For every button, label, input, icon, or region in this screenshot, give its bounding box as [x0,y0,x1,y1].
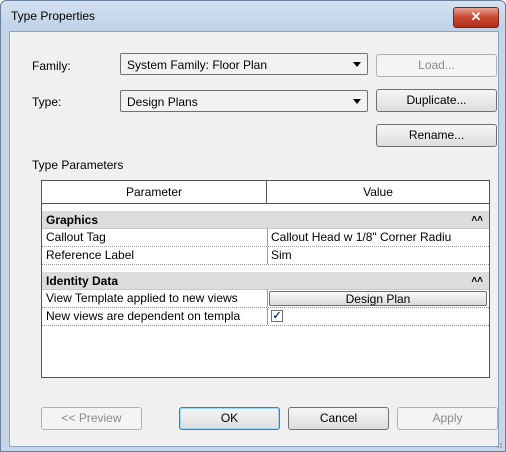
collapse-icon[interactable]: ˄˄ [471,211,483,229]
section-title: Identity Data [46,274,119,288]
resize-grip-icon[interactable] [493,439,503,449]
table-row[interactable]: New views are dependent on templa ✓ [42,308,489,326]
column-header-value[interactable]: Value [267,181,489,204]
rename-button[interactable]: Rename... [376,124,497,147]
dialog-title: Type Properties [11,9,96,23]
cell-divider [267,308,268,325]
cell-divider [267,247,268,264]
type-dropdown[interactable]: Design Plans [120,90,368,112]
parameter-value[interactable]: Sim [271,247,487,264]
type-label: Type: [32,95,62,109]
section-title: Graphics [46,213,99,227]
dependent-views-checkbox[interactable]: ✓ [271,310,283,322]
ok-button[interactable]: OK [179,407,280,430]
chevron-down-icon [353,99,361,104]
cancel-button[interactable]: Cancel [288,407,389,430]
cell-divider [267,290,268,307]
section-graphics[interactable]: Graphics ˄˄ [42,211,489,229]
collapse-icon[interactable]: ˄˄ [471,272,483,290]
section-identity-data[interactable]: Identity Data ˄˄ [42,272,489,290]
preview-button[interactable]: << Preview [41,407,142,430]
column-header-parameter[interactable]: Parameter [42,181,267,204]
parameter-name: Callout Tag [46,230,106,244]
apply-button[interactable]: Apply [397,407,498,430]
load-button[interactable]: Load... [376,54,497,77]
type-parameters-grid: Parameter Value Graphics ˄˄ Callout Tag … [41,180,490,378]
table-row[interactable]: Callout Tag Callout Head w 1/8" Corner R… [42,229,489,247]
cell-divider [267,229,268,246]
family-label: Family: [32,59,71,73]
type-parameters-heading: Type Parameters [32,158,124,172]
family-dropdown[interactable]: System Family: Floor Plan [120,53,368,75]
parameter-name: Reference Label [46,248,135,262]
table-row[interactable]: Reference Label Sim [42,247,489,265]
close-button[interactable]: ✕ [453,7,499,28]
table-row[interactable]: View Template applied to new views Desig… [42,290,489,308]
type-dropdown-value: Design Plans [127,95,198,109]
parameter-name: New views are dependent on templa [46,309,241,323]
title-bar: Type Properties ✕ [1,1,505,31]
parameter-value[interactable]: Callout Head w 1/8" Corner Radiu [271,229,487,246]
view-template-button[interactable]: Design Plan [269,291,487,306]
parameter-name: View Template applied to new views [46,291,238,305]
close-icon: ✕ [470,9,482,24]
chevron-down-icon [353,62,361,67]
type-properties-dialog: Type Properties ✕ Family: System Family:… [0,0,506,452]
duplicate-button[interactable]: Duplicate... [376,89,497,112]
family-dropdown-value: System Family: Floor Plan [127,58,268,72]
